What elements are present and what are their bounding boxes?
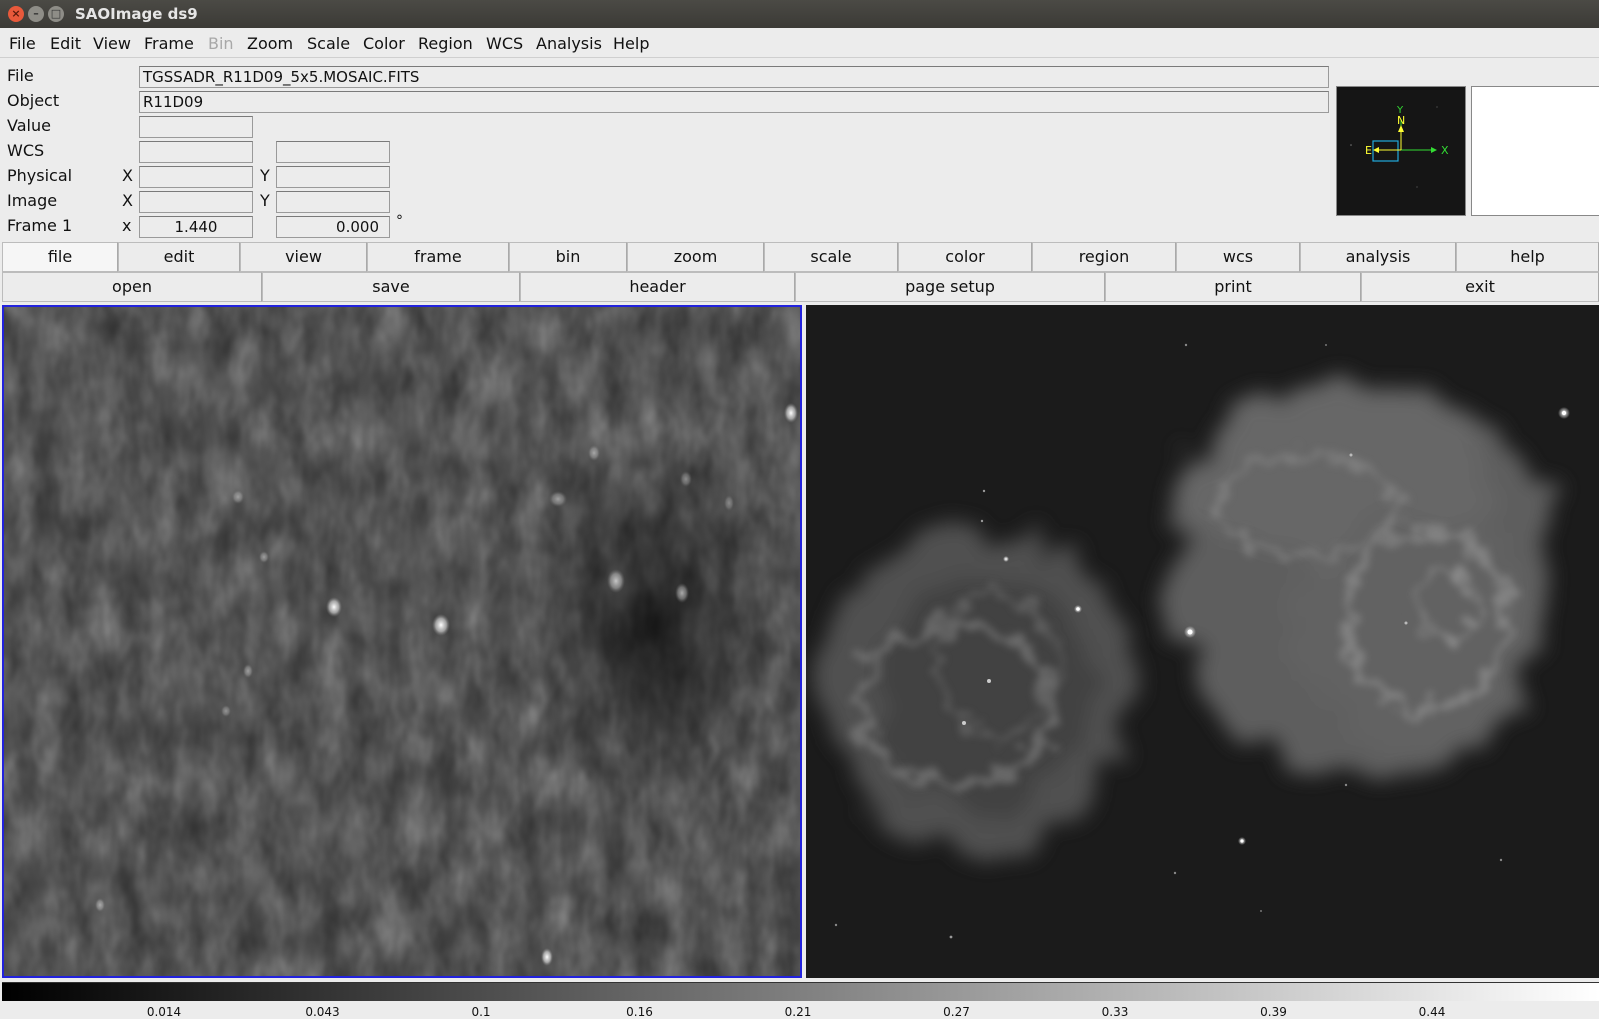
- buttonbar-help-button[interactable]: help: [1456, 242, 1599, 272]
- frame-angle-field: 0.000: [276, 216, 390, 238]
- colorbar-ticks: 0.014 0.043 0.1 0.16 0.21 0.27 0.33 0.39 0.44: [0, 1001, 1599, 1019]
- file-open-button[interactable]: open: [2, 272, 262, 302]
- image-label: Image: [7, 191, 58, 210]
- radio-map-image: [4, 307, 800, 976]
- physical-x-label: X: [122, 166, 133, 185]
- file-page-setup-button[interactable]: page setup: [795, 272, 1105, 302]
- value-field: [139, 116, 253, 138]
- file-exit-button[interactable]: exit: [1361, 272, 1599, 302]
- image-y-label: Y: [260, 191, 270, 210]
- buttonbar-edit-button[interactable]: edit: [118, 242, 240, 272]
- physical-x-field: [139, 166, 253, 188]
- panner-compass-icon: X Y N E: [1350, 105, 1449, 188]
- menubar: File Edit View Frame Bin Zoom Scale Color Region…: [0, 28, 1599, 58]
- buttonbar-zoom-button[interactable]: zoom: [627, 242, 764, 272]
- value-label: Value: [7, 116, 51, 135]
- physical-y-field: [276, 166, 390, 188]
- file-header-button[interactable]: header: [520, 272, 795, 302]
- file-name-field: TGSSADR_R11D09_5x5.MOSAIC.FITS: [139, 66, 1329, 88]
- menu-view[interactable]: View: [93, 34, 131, 53]
- menu-edit[interactable]: Edit: [50, 34, 81, 53]
- menu-zoom[interactable]: Zoom: [247, 34, 293, 53]
- file-save-button[interactable]: save: [262, 272, 520, 302]
- panner-view[interactable]: X Y N E: [1336, 86, 1466, 216]
- panner-east-label: E: [1365, 144, 1372, 157]
- buttonbar-file-button[interactable]: file: [2, 242, 118, 272]
- buttonbar-bin-button[interactable]: bin: [509, 242, 627, 272]
- nebula-image: [806, 305, 1599, 978]
- panner-x-label: X: [1441, 144, 1449, 157]
- wcs-field-1: [139, 141, 253, 163]
- magnifier-view: [1471, 86, 1599, 216]
- file-label: File: [7, 66, 34, 85]
- degree-symbol: °: [396, 213, 403, 229]
- buttonbar-scale-button[interactable]: scale: [764, 242, 898, 272]
- image-x-field: [139, 191, 253, 213]
- window-title: SAOImage ds9: [75, 5, 198, 23]
- physical-y-label: Y: [260, 166, 270, 185]
- colorbar[interactable]: [2, 982, 1599, 1001]
- panner-north-label: N: [1397, 114, 1405, 127]
- image-frames-area: [0, 303, 1599, 981]
- menu-file[interactable]: File: [9, 34, 36, 53]
- buttonbar-color-button[interactable]: color: [898, 242, 1032, 272]
- menu-color[interactable]: Color: [363, 34, 405, 53]
- frame-2-optical-image[interactable]: [806, 305, 1599, 978]
- frame-1-radio-image[interactable]: [2, 305, 802, 978]
- buttonbar-region-button[interactable]: region: [1032, 242, 1176, 272]
- maximize-window-icon[interactable]: □: [48, 6, 64, 22]
- object-label: Object: [7, 91, 60, 110]
- wcs-label: WCS: [7, 141, 45, 160]
- buttonbar-analysis-button[interactable]: analysis: [1300, 242, 1456, 272]
- menu-bin: Bin: [208, 34, 234, 53]
- buttonbar-view-button[interactable]: view: [240, 242, 367, 272]
- main-buttonbar: file edit view frame bin zoom scale color region…: [2, 242, 1599, 272]
- frame-zoom-field: 1.440: [139, 216, 253, 238]
- image-y-field: [276, 191, 390, 213]
- buttonbar-frame-button[interactable]: frame: [367, 242, 509, 272]
- menu-scale[interactable]: Scale: [307, 34, 350, 53]
- menu-analysis[interactable]: Analysis: [536, 34, 602, 53]
- close-window-icon[interactable]: ×: [8, 6, 24, 22]
- menu-help[interactable]: Help: [613, 34, 649, 53]
- object-field: R11D09: [139, 91, 1329, 113]
- file-buttonbar: open save header page setup print exit: [2, 272, 1599, 302]
- menu-region[interactable]: Region: [418, 34, 473, 53]
- physical-label: Physical: [7, 166, 73, 185]
- file-print-button[interactable]: print: [1105, 272, 1361, 302]
- wcs-field-2: [276, 141, 390, 163]
- buttonbar-wcs-button[interactable]: wcs: [1176, 242, 1300, 272]
- minimize-window-icon[interactable]: –: [28, 6, 44, 22]
- image-x-label: X: [122, 191, 133, 210]
- menu-frame[interactable]: Frame: [144, 34, 194, 53]
- menu-wcs[interactable]: WCS: [486, 34, 523, 53]
- window-titlebar: × – □ SAOImage ds9: [0, 0, 1599, 28]
- frame-label: Frame 1: [7, 216, 73, 235]
- frame-x-label: x: [122, 216, 132, 235]
